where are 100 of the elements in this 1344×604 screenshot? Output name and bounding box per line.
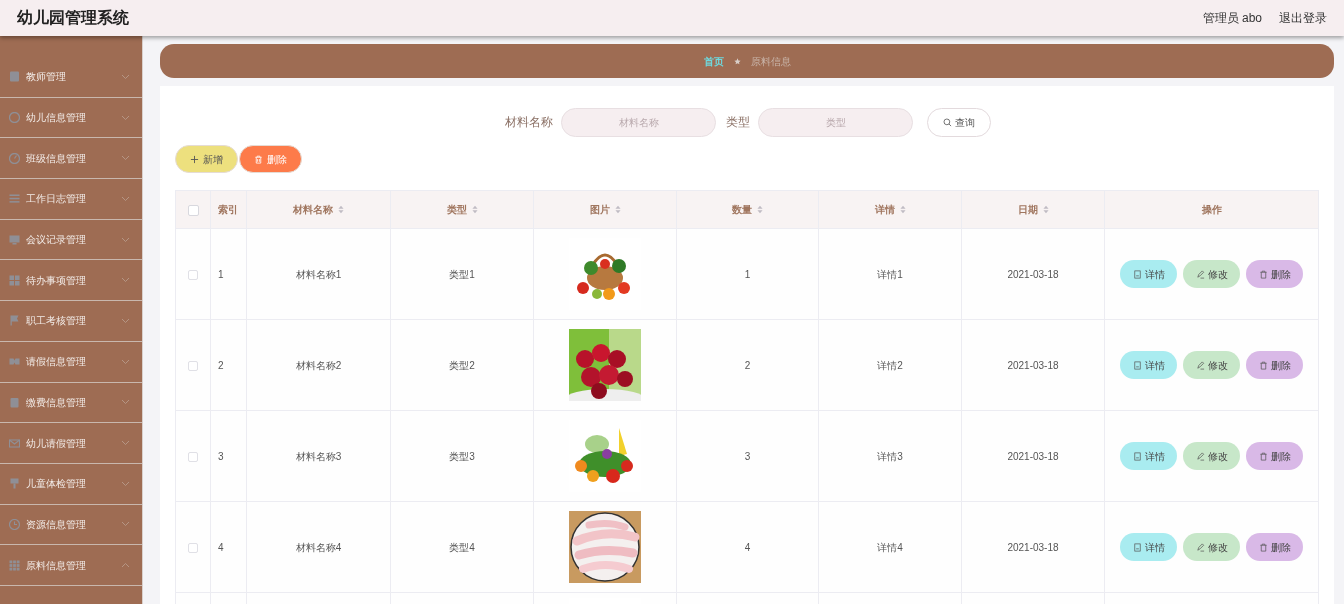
stamp-icon	[9, 478, 20, 490]
compass-icon	[9, 152, 20, 164]
pencil-icon	[1195, 360, 1205, 370]
plus-icon	[190, 154, 199, 164]
sidebar-item[interactable]: 资源信息管理	[0, 504, 142, 546]
table-cell: 材料名称1	[295, 268, 342, 280]
sidebar-item[interactable]: 幼儿请假管理	[0, 423, 142, 464]
sort-icon[interactable]	[899, 205, 906, 214]
document-icon	[1132, 542, 1142, 552]
search-button[interactable]: 查询	[927, 107, 991, 137]
sidebar-item[interactable]: 会议记录管理	[0, 219, 142, 261]
table-cell: 类型3	[449, 450, 475, 462]
table-cell: 4	[744, 541, 751, 553]
table-cell: 2021-03-18	[1007, 268, 1059, 280]
column-header[interactable]: 类型	[446, 202, 467, 217]
search-field[interactable]: 材料名称	[561, 107, 716, 137]
table-cell: 1	[218, 268, 224, 280]
flag-icon	[9, 315, 20, 327]
table-cell: 材料名称3	[295, 450, 342, 462]
table-cell: 类型1	[449, 268, 475, 280]
add-button[interactable]: 新增	[175, 145, 238, 173]
trash-icon	[1258, 360, 1268, 370]
grid-icon	[9, 559, 20, 571]
table-cell: 类型4	[449, 541, 475, 553]
clipboard-icon	[9, 71, 20, 83]
star-icon	[733, 57, 741, 65]
table-cell: 3	[744, 450, 751, 462]
sidebar-item[interactable]: 教师管理	[0, 57, 142, 98]
monitor-icon	[9, 234, 20, 246]
trash-icon	[1258, 542, 1268, 552]
sidebar-item[interactable]: 待办事项管理	[0, 260, 142, 302]
sort-icon[interactable]	[338, 205, 344, 214]
envelope-icon	[9, 437, 20, 449]
sort-icon[interactable]	[757, 205, 763, 214]
field-label: 类型	[726, 114, 750, 131]
breadcrumb-link[interactable]: 原料信息	[750, 53, 791, 69]
table-cell: 详情1	[877, 268, 903, 280]
table-cell: 1	[744, 268, 751, 280]
pencil-icon	[1195, 451, 1205, 461]
column-header[interactable]: 材料名称	[293, 202, 333, 217]
column-header[interactable]: 图片	[589, 202, 610, 217]
clipboard-icon	[9, 396, 20, 408]
delete-button[interactable]: 删除	[1246, 351, 1303, 379]
sidebar-item[interactable]: 请假信息管理	[0, 341, 142, 383]
sidebar-item[interactable]: 缴费信息管理	[0, 382, 142, 424]
table-cell: 详情2	[877, 359, 903, 371]
table-cell: 2021-03-18	[1007, 450, 1059, 462]
table-cell: 4	[218, 541, 224, 553]
trash-icon	[254, 154, 263, 164]
column-header[interactable]: 日期	[1017, 202, 1038, 217]
table-cell: 材料名称4	[295, 541, 342, 553]
document-icon	[1132, 451, 1142, 461]
clock-icon	[9, 518, 20, 530]
sidebar-item[interactable]: 职工考核管理	[0, 301, 142, 342]
trash-icon	[1258, 269, 1268, 279]
column-header[interactable]: 数量	[732, 202, 752, 217]
delete-button[interactable]: 删除	[1246, 533, 1303, 561]
ticket-icon	[9, 356, 20, 368]
details-button[interactable]: 详情	[1120, 351, 1177, 379]
user-name: 管理员 abo	[1202, 10, 1262, 27]
checkbox[interactable]	[188, 269, 198, 280]
column-header[interactable]: 详情	[874, 202, 895, 217]
table-cell: 3	[218, 450, 224, 462]
table-cell: 2	[218, 359, 224, 371]
table-cell: 详情3	[877, 450, 903, 462]
delete-button[interactable]: 删除	[1246, 260, 1303, 288]
document-icon	[1132, 360, 1142, 370]
sort-icon[interactable]	[614, 205, 621, 214]
details-button[interactable]: 详情	[1120, 260, 1177, 288]
sidebar-item[interactable]: 工作日志管理	[0, 179, 142, 220]
breadcrumb-link[interactable]: 首页	[703, 53, 724, 69]
table-cell: 2021-03-18	[1007, 541, 1059, 553]
edit-button[interactable]: 修改	[1183, 533, 1240, 561]
sort-icon[interactable]	[1042, 205, 1049, 214]
sidebar-item[interactable]: 幼儿信息管理	[0, 97, 142, 139]
column-header: 操作	[1201, 203, 1222, 217]
edit-button[interactable]: 修改	[1183, 442, 1240, 470]
search-icon	[943, 117, 952, 127]
checkbox[interactable]	[188, 451, 198, 462]
table-cell: 2	[744, 359, 751, 371]
delete-button[interactable]: 删除	[239, 145, 302, 173]
table-cell: 详情4	[877, 541, 903, 553]
list-icon	[9, 193, 20, 205]
checkbox[interactable]	[187, 204, 199, 216]
edit-button[interactable]: 修改	[1183, 351, 1240, 379]
checkbox[interactable]	[188, 542, 198, 553]
sidebar-item[interactable]: 原料信息管理	[0, 545, 142, 586]
pencil-icon	[1195, 542, 1205, 552]
details-button[interactable]: 详情	[1120, 533, 1177, 561]
sort-icon[interactable]	[471, 205, 478, 214]
edit-button[interactable]: 修改	[1183, 260, 1240, 288]
sidebar-item[interactable]: 儿童体检管理	[0, 463, 142, 505]
delete-button[interactable]: 删除	[1246, 442, 1303, 470]
checkbox[interactable]	[188, 360, 198, 371]
table-cell: 类型2	[449, 359, 475, 371]
pencil-icon	[1195, 269, 1205, 279]
details-button[interactable]: 详情	[1120, 442, 1177, 470]
trash-icon	[1258, 451, 1268, 461]
sidebar-item[interactable]: 班级信息管理	[0, 138, 142, 180]
logout-link[interactable]: 退出登录	[1279, 9, 1327, 27]
